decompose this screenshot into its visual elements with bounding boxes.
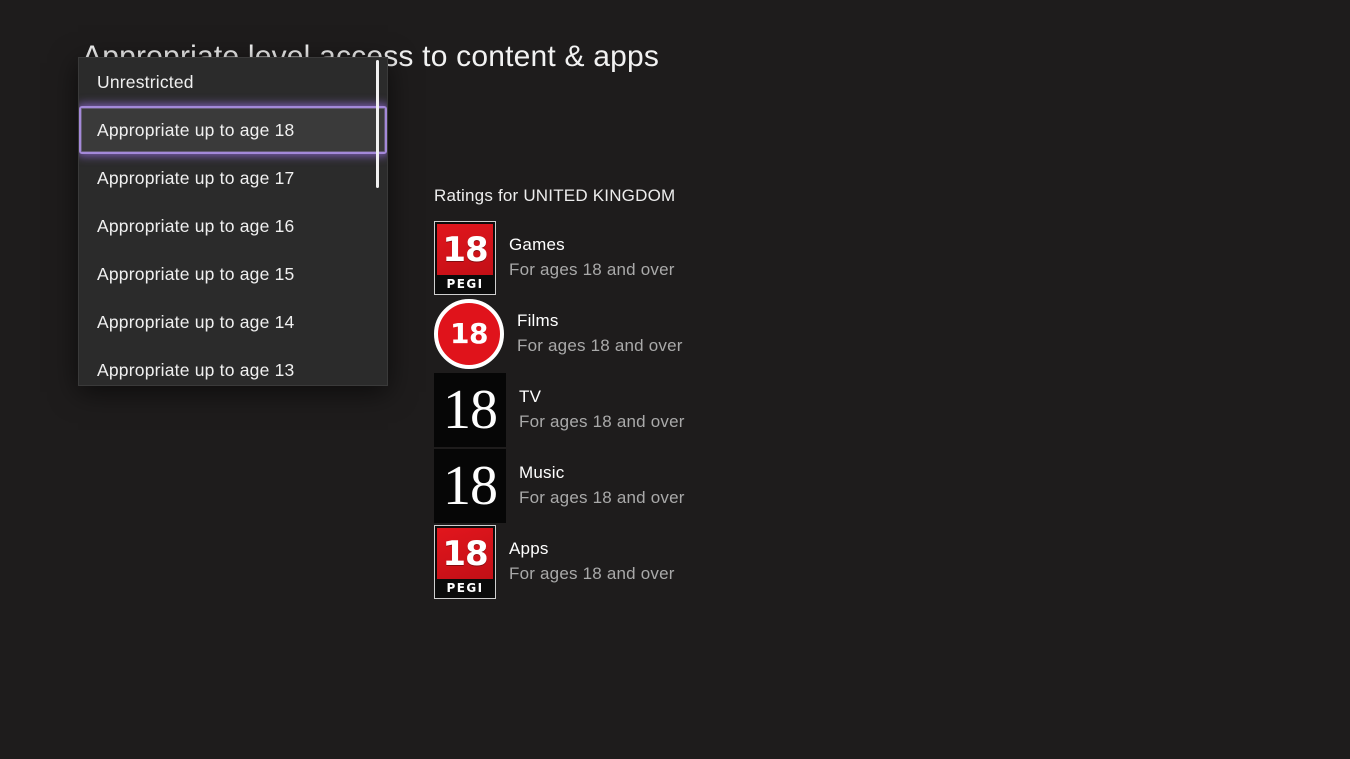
- dropdown-option[interactable]: Appropriate up to age 14: [79, 298, 387, 346]
- rating-text-block: Games For ages 18 and over: [509, 233, 675, 282]
- dropdown-option-label: Appropriate up to age 17: [97, 167, 295, 188]
- dropdown-option[interactable]: Appropriate up to age 18: [79, 106, 387, 154]
- rating-icon-band: PEGI: [437, 579, 493, 596]
- dropdown-option[interactable]: Appropriate up to age 13: [79, 346, 387, 385]
- rating-row: 18 TV For ages 18 and over: [434, 372, 954, 448]
- rating-category-label: Films: [517, 311, 559, 331]
- dropdown-option-label: Unrestricted: [97, 71, 194, 92]
- rating-row: 18 PEGI Apps For ages 18 and over: [434, 524, 954, 600]
- pegi-18-icon: 18 PEGI: [434, 221, 496, 295]
- dropdown-option-label: Appropriate up to age 18: [97, 119, 295, 140]
- dropdown-option[interactable]: Appropriate up to age 16: [79, 202, 387, 250]
- dropdown-option-list: Unrestricted Appropriate up to age 18 Appr…: [79, 58, 387, 385]
- rating-description-label: For ages 18 and over: [519, 488, 685, 507]
- age-rating-dropdown[interactable]: Unrestricted Appropriate up to age 18 Appr…: [78, 57, 388, 386]
- rating-text-block: Music For ages 18 and over: [519, 461, 685, 510]
- dropdown-option-label: Appropriate up to age 13: [97, 359, 295, 380]
- dropdown-option-label: Appropriate up to age 14: [97, 311, 295, 332]
- bbfc-18-circle-icon: 18: [434, 299, 504, 369]
- ratings-list: 18 PEGI Games For ages 18 and over 18 Films Fo…: [434, 220, 954, 600]
- rating-description-label: For ages 18 and over: [517, 336, 683, 355]
- rating-icon-value: 18: [450, 317, 488, 350]
- rating-icon-band: PEGI: [437, 275, 493, 292]
- rating-category-label: Apps: [509, 539, 549, 559]
- rating-icon-value: 18: [443, 379, 498, 441]
- dropdown-scrollbar-track[interactable]: [376, 58, 383, 385]
- rating-description-label: For ages 18 and over: [509, 564, 675, 583]
- dropdown-option[interactable]: Appropriate up to age 15: [79, 250, 387, 298]
- rating-category-label: TV: [519, 387, 542, 407]
- rating-category-label: Music: [519, 463, 565, 483]
- rating-description-label: For ages 18 and over: [519, 412, 685, 431]
- rating-description-label: For ages 18 and over: [509, 260, 675, 279]
- rating-row: 18 Music For ages 18 and over: [434, 448, 954, 524]
- dropdown-option[interactable]: Appropriate up to age 17: [79, 154, 387, 202]
- tv-18-square-icon: 18: [434, 373, 506, 447]
- dropdown-scrollbar-thumb[interactable]: [376, 60, 379, 188]
- rating-row: 18 Films For ages 18 and over: [434, 296, 954, 372]
- dropdown-option-label: Appropriate up to age 16: [97, 215, 295, 236]
- rating-text-block: TV For ages 18 and over: [519, 385, 685, 434]
- rating-icon-value: 18: [443, 455, 498, 517]
- rating-icon-value: 18: [442, 533, 488, 574]
- rating-text-block: Films For ages 18 and over: [517, 309, 683, 358]
- ratings-panel: Ratings for UNITED KINGDOM 18 PEGI Games Fo…: [434, 186, 954, 600]
- dropdown-option[interactable]: Unrestricted: [79, 58, 387, 106]
- dropdown-option-label: Appropriate up to age 15: [97, 263, 295, 284]
- ratings-region-title: Ratings for UNITED KINGDOM: [434, 186, 676, 205]
- rating-category-label: Games: [509, 235, 565, 255]
- rating-text-block: Apps For ages 18 and over: [509, 537, 675, 586]
- pegi-18-icon: 18 PEGI: [434, 525, 496, 599]
- music-18-square-icon: 18: [434, 449, 506, 523]
- rating-row: 18 PEGI Games For ages 18 and over: [434, 220, 954, 296]
- rating-icon-value: 18: [442, 229, 488, 270]
